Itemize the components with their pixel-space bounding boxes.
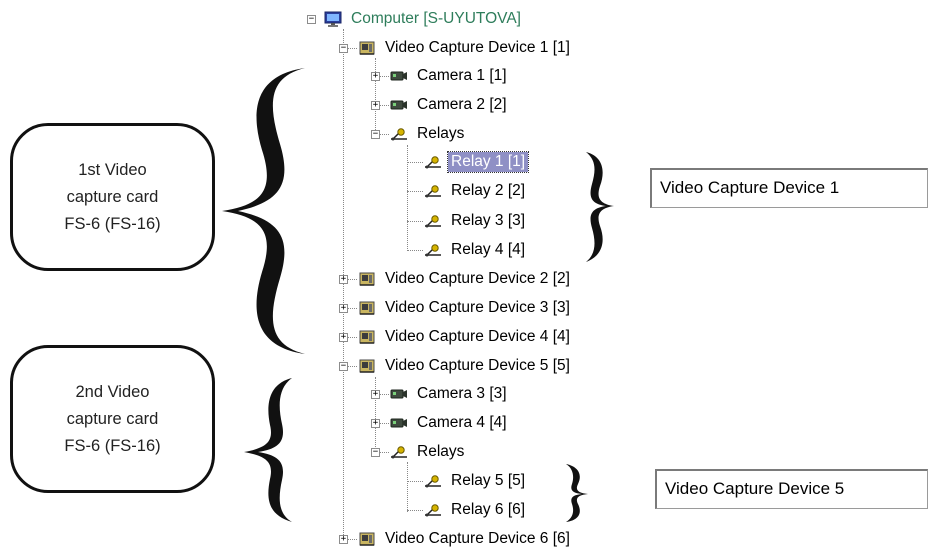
callout-line: capture card: [66, 187, 159, 206]
brace-relays-2: [566, 464, 588, 522]
callout-line: 2nd Video: [75, 382, 150, 401]
brace-large-left: [222, 68, 305, 354]
callout-first-capture-card: 1st Video capture card FS-6 (FS-16): [10, 123, 215, 271]
callout-line: FS-6 (FS-16): [64, 214, 161, 233]
callout-line: capture card: [66, 409, 159, 428]
callout-line: FS-6 (FS-16): [64, 436, 161, 455]
brace-small-left: [244, 378, 292, 522]
device-name-field-5[interactable]: Video Capture Device 5: [655, 469, 928, 509]
callout-second-capture-card: 2nd Video capture card FS-6 (FS-16): [10, 345, 215, 493]
brace-relays-1: [586, 152, 614, 262]
device-name-field-1[interactable]: Video Capture Device 1: [650, 168, 928, 208]
callout-line: 1st Video: [78, 160, 147, 179]
